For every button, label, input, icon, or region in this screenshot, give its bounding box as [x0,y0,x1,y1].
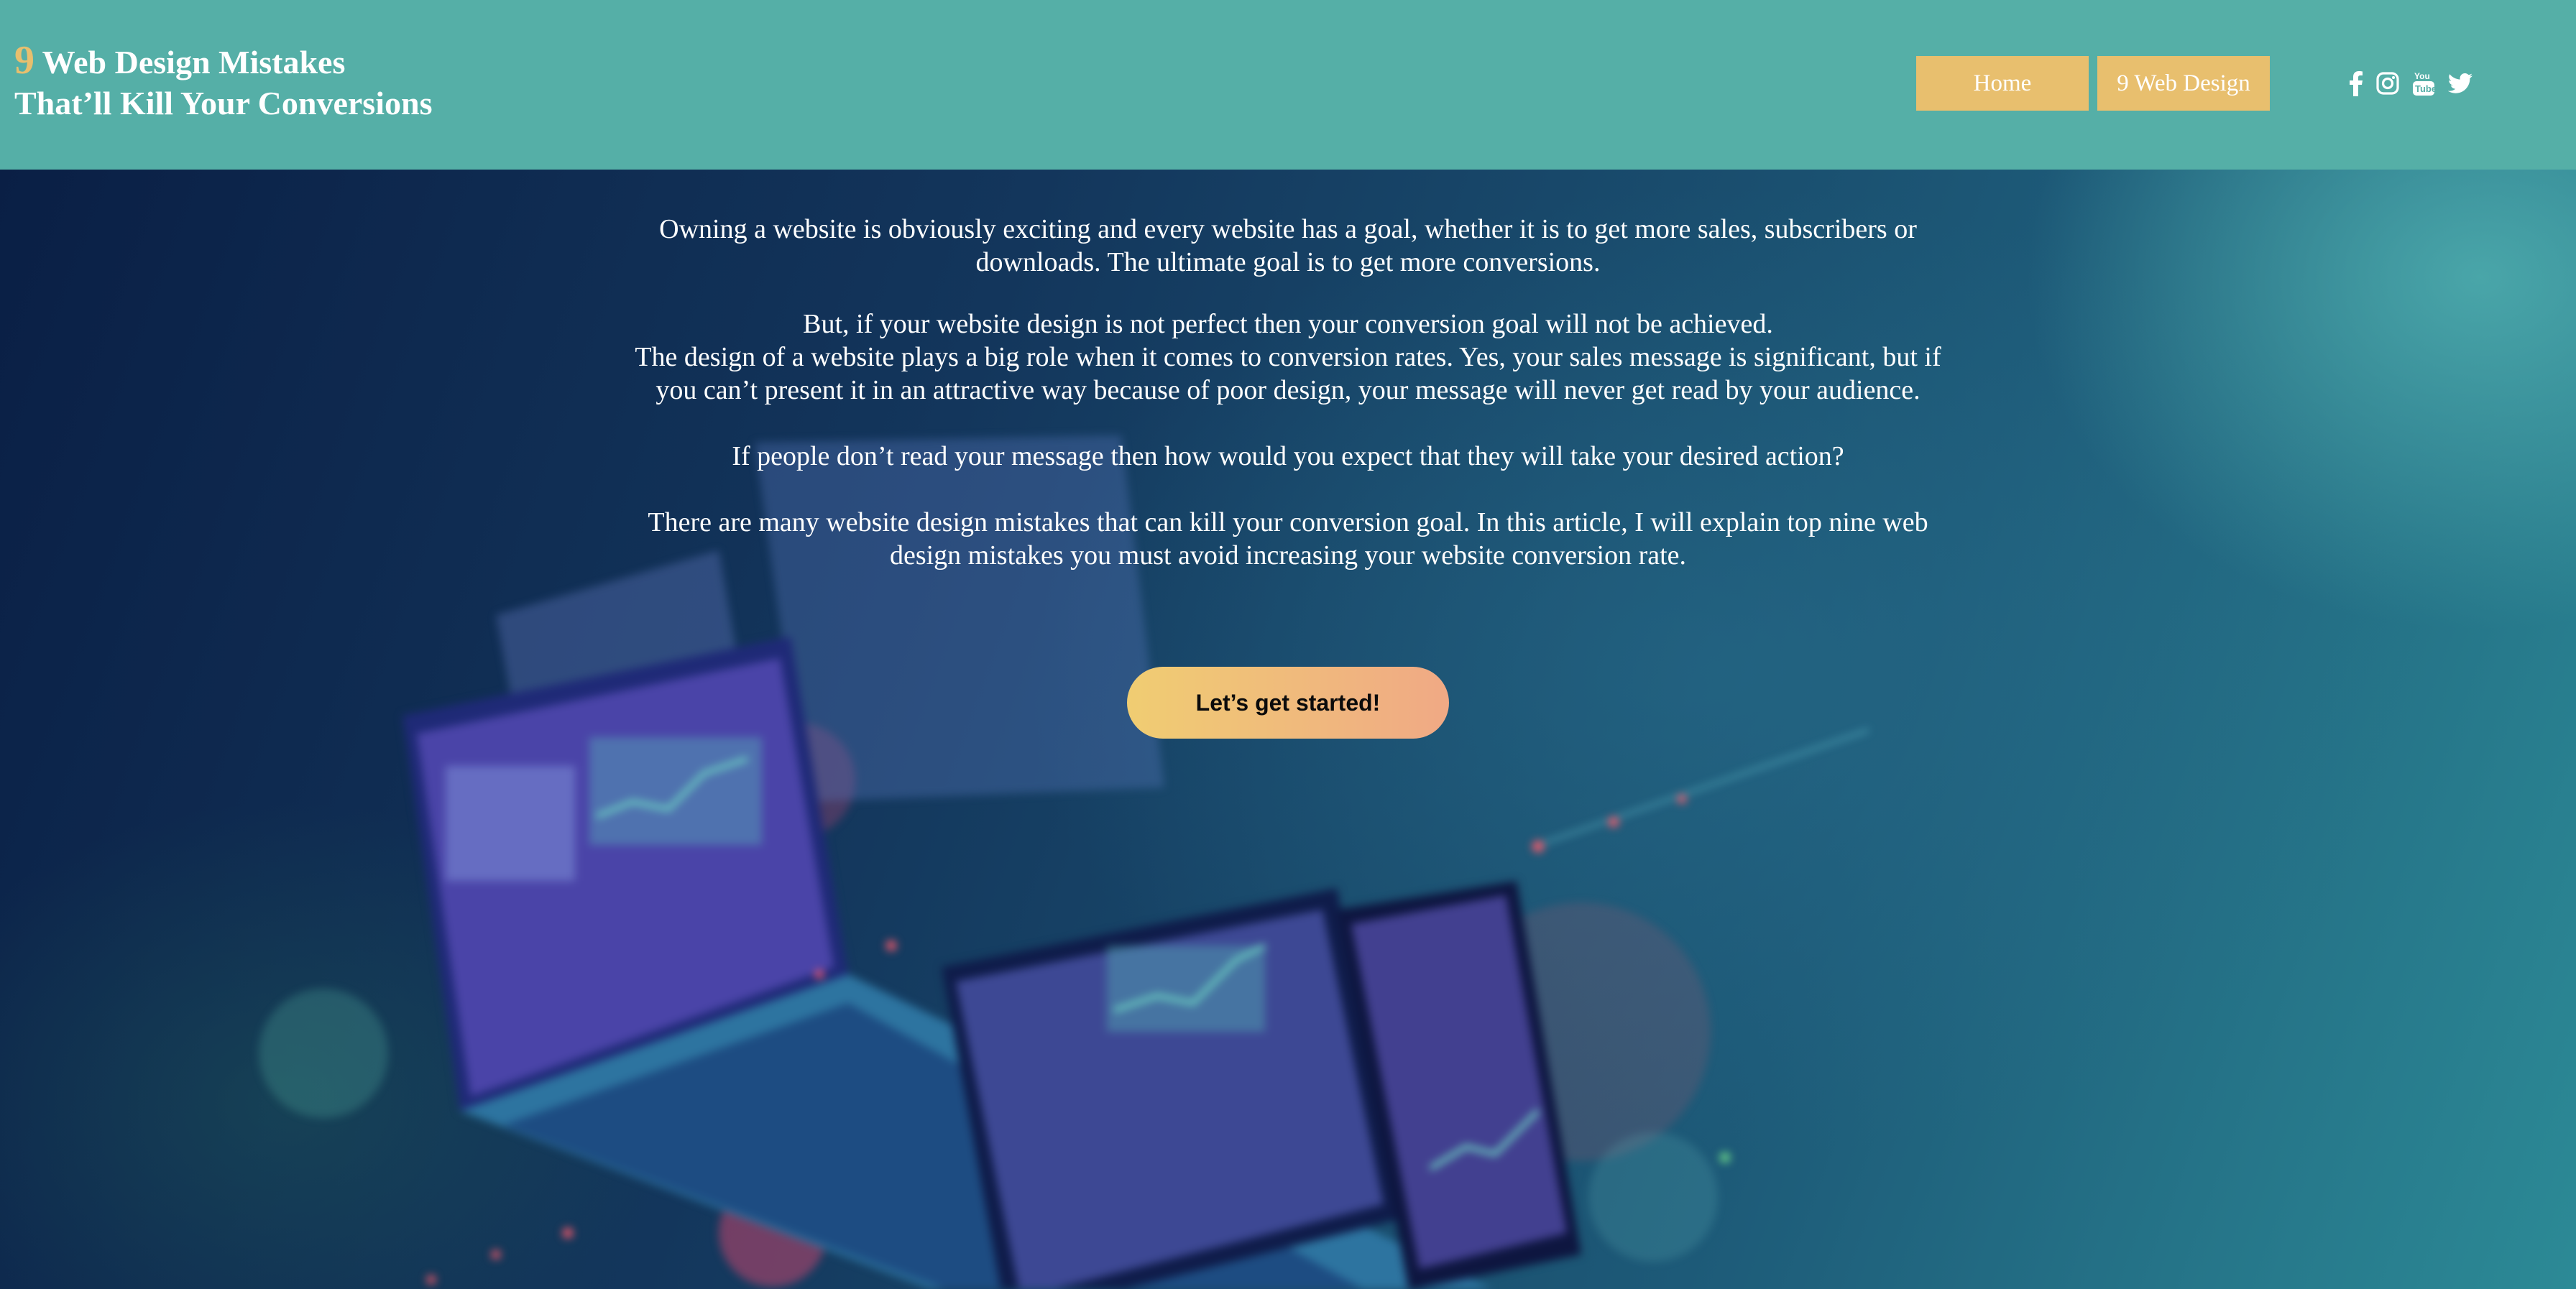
intro-paragraph-2: But, if your website design is not perfe… [803,309,1773,339]
intro-paragraph-4: If people don’t read your message then h… [732,441,1844,471]
hero-section: Owning a website is obviously exciting a… [0,170,2576,1289]
intro-paragraph-3: The design of a website plays a big role… [635,342,1941,405]
youtube-icon[interactable]: You Tube [2412,69,2435,98]
logo-line1: Web Design Mistakes [42,44,346,80]
nav-home-button[interactable]: Home [1916,56,2089,111]
intro-paragraph-5: There are many website design mistakes t… [648,507,1928,570]
intro-paragraph-1: Owning a website is obviously exciting a… [659,214,1917,277]
logo-line2: That’ll Kill Your Conversions [14,85,433,121]
svg-text:Tube: Tube [2415,83,2435,94]
twitter-icon[interactable] [2448,69,2472,98]
instagram-icon[interactable] [2376,69,2399,98]
intro-text: Owning a website is obviously exciting a… [632,213,1944,572]
site-header: 9 Web Design Mistakes That’ll Kill Your … [0,0,2576,170]
logo-number: 9 [14,38,34,83]
facebook-icon[interactable] [2349,69,2363,98]
svg-text:You: You [2414,71,2430,81]
nav-9-web-design-button[interactable]: 9 Web Design [2097,56,2270,111]
site-logo[interactable]: 9 Web Design Mistakes That’ll Kill Your … [14,40,432,124]
get-started-button[interactable]: Let’s get started! [1127,667,1449,739]
